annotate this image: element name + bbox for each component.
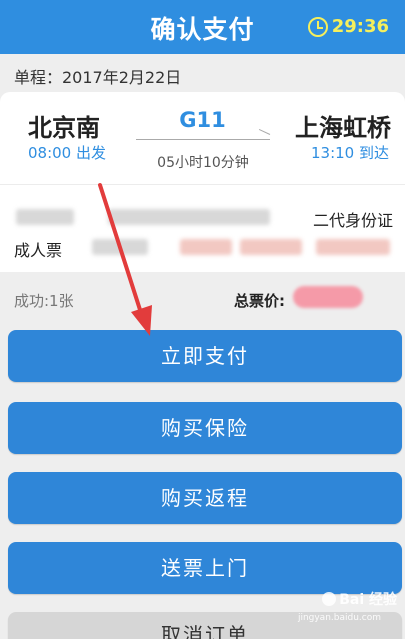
buy-insurance-button[interactable]: 购买保险	[8, 402, 402, 454]
blurred-coach-number	[240, 239, 302, 255]
blurred-seat-class	[92, 239, 148, 255]
watermark-url: jingyan.baidu.com	[297, 613, 381, 623]
buy-return-ticket-button[interactable]: 购买返程	[8, 472, 402, 524]
blurred-passenger-name	[16, 209, 74, 225]
departure-station: 北京南	[28, 114, 100, 142]
blurred-total-price	[293, 286, 363, 308]
arrival-station: 上海虹桥	[295, 114, 391, 142]
total-price-label: 总票价:	[234, 292, 285, 310]
ticket-count: 成功:1张	[14, 292, 74, 310]
order-summary: 成功:1张 总票价:	[0, 272, 405, 326]
countdown-timer: 29:36	[307, 16, 389, 37]
title-bar: 确认支付 29:36	[0, 0, 405, 54]
clock-icon	[307, 16, 328, 37]
train-number: G11	[179, 108, 226, 132]
trip-duration: 05小时10分钟	[157, 155, 249, 171]
blurred-id-number	[108, 209, 270, 225]
countdown-value: 29:36	[331, 16, 389, 37]
ticket-delivery-button[interactable]: 送票上门	[8, 542, 402, 594]
blurred-seat-number	[180, 239, 232, 255]
ticket-type: 成人票	[14, 241, 63, 260]
blurred-price	[316, 239, 390, 255]
departure-time: 08:00 出发	[28, 144, 106, 162]
route-line	[136, 139, 270, 140]
trip-date: 单程：2017年2月22日	[0, 54, 405, 92]
baidu-paw-icon	[322, 592, 337, 606]
arrival-time: 13:10 到达	[311, 144, 389, 162]
passenger-card: 二代身份证 成人票	[0, 184, 405, 272]
pay-now-button[interactable]: 立即支付	[8, 330, 402, 382]
id-type: 二代身份证	[312, 211, 393, 230]
watermark-brand: Bai 经验	[339, 592, 397, 608]
trip-card: 北京南 08:00 出发 G11 05小时10分钟 上海虹桥 13:10 到达	[0, 92, 405, 184]
watermark: Bai 经验	[319, 589, 397, 609]
